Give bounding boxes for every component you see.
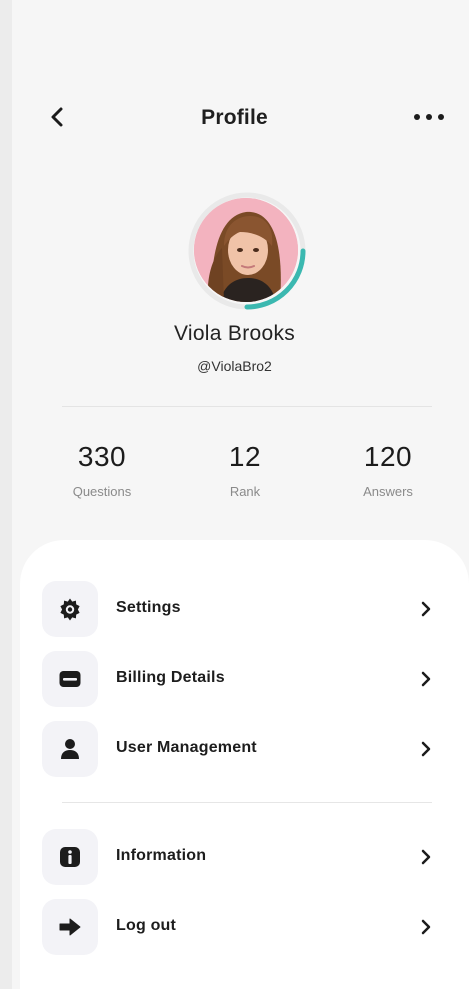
stat-value: 330 bbox=[77, 441, 127, 472]
gear-icon bbox=[60, 598, 80, 621]
stat-label: Questions bbox=[72, 484, 132, 499]
user-icon bbox=[61, 739, 79, 759]
stat-rank: 12 Rank bbox=[175, 440, 315, 499]
credit-card-icon bbox=[59, 671, 81, 687]
menu-item-information[interactable]: Information bbox=[42, 829, 432, 885]
stat-label: Rank bbox=[229, 484, 261, 499]
chevron-right-icon bbox=[421, 671, 431, 687]
menu-label: User Management bbox=[116, 739, 257, 756]
page-title: Profile bbox=[201, 106, 268, 129]
avatar-photo bbox=[194, 198, 298, 302]
menu-icon-box bbox=[42, 581, 98, 637]
menu-item-user-management[interactable]: User Management bbox=[42, 721, 432, 777]
chevron-right-icon bbox=[421, 919, 431, 935]
chevron-right-icon bbox=[421, 601, 431, 617]
user-name: Viola Brooks bbox=[173, 322, 296, 345]
divider bbox=[62, 802, 432, 803]
menu-icon-box bbox=[42, 651, 98, 707]
menu-label: Log out bbox=[116, 917, 177, 934]
more-options-icon[interactable] bbox=[412, 110, 446, 124]
menu-label: Settings bbox=[116, 599, 181, 616]
logout-arrow-icon bbox=[59, 918, 81, 936]
divider bbox=[62, 406, 432, 407]
chevron-right-icon bbox=[421, 741, 431, 757]
menu-label: Information bbox=[116, 847, 207, 864]
info-icon bbox=[60, 847, 80, 867]
stat-questions: 330 Questions bbox=[32, 440, 172, 499]
menu-item-settings[interactable]: Settings bbox=[42, 581, 432, 637]
menu-item-billing-details[interactable]: Billing Details bbox=[42, 651, 432, 707]
menu-item-log-out[interactable]: Log out bbox=[42, 899, 432, 955]
avatar[interactable] bbox=[186, 190, 308, 312]
stat-label: Answers bbox=[363, 484, 413, 499]
menu-icon-box bbox=[42, 829, 98, 885]
stat-answers: 120 Answers bbox=[318, 440, 458, 499]
menu-label: Billing Details bbox=[116, 669, 225, 686]
stat-value: 12 bbox=[228, 441, 262, 472]
stat-value: 120 bbox=[363, 441, 413, 472]
user-handle: @ViolaBro2 bbox=[197, 358, 272, 374]
menu-icon-box bbox=[42, 721, 98, 777]
chevron-right-icon bbox=[421, 849, 431, 865]
menu-icon-box bbox=[42, 899, 98, 955]
